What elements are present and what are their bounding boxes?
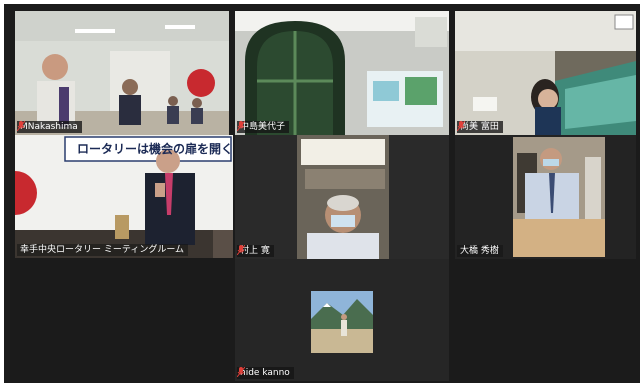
video-tile-3[interactable]: 尚美 富田 bbox=[455, 11, 636, 135]
participant-name-label: 尚美 富田 bbox=[457, 121, 503, 133]
participant-name: hide kanno bbox=[240, 368, 290, 378]
participant-name-label: 幸手中央ロータリー ミーティングルーム bbox=[17, 244, 189, 256]
mic-muted-icon bbox=[17, 121, 25, 131]
video-tile-7[interactable]: hide kanno bbox=[235, 259, 449, 381]
video-tile-6[interactable]: 大橋 秀樹 bbox=[455, 135, 636, 259]
video-feed bbox=[235, 135, 449, 259]
meeting-gallery-view: MNakashima 中島美代子 尚美 富田 ロータリーは機会の扉を開く 幸手中… bbox=[4, 4, 640, 383]
mic-muted-icon bbox=[457, 121, 465, 131]
participant-name-label: hide kanno bbox=[237, 367, 294, 379]
video-tile-5[interactable]: 村上 寛 bbox=[235, 135, 449, 259]
video-feed bbox=[455, 11, 636, 135]
video-feed bbox=[235, 11, 449, 135]
participant-name: 幸手中央ロータリー ミーティングルーム bbox=[20, 245, 185, 255]
mic-muted-icon bbox=[237, 121, 245, 131]
participant-name: 中島美代子 bbox=[240, 122, 286, 132]
video-tile-2[interactable]: 中島美代子 bbox=[235, 11, 449, 135]
participant-name: MNakashima bbox=[20, 122, 78, 132]
video-feed bbox=[235, 259, 449, 381]
video-feed bbox=[15, 11, 229, 135]
video-feed bbox=[455, 135, 636, 259]
video-tile-1[interactable]: MNakashima bbox=[15, 11, 229, 135]
participant-name: 大橋 秀樹 bbox=[460, 246, 499, 256]
participant-name-label: MNakashima bbox=[17, 121, 82, 133]
participant-name-label: 中島美代子 bbox=[237, 121, 290, 133]
video-tile-active-speaker[interactable]: ロータリーは機会の扉を開く 幸手中央ロータリー ミーティングルーム bbox=[15, 135, 233, 258]
banner-text: ロータリーは機会の扉を開く bbox=[77, 142, 233, 156]
participant-name-label: 大橋 秀樹 bbox=[457, 245, 503, 257]
mic-muted-icon bbox=[237, 245, 245, 255]
participant-name: 尚美 富田 bbox=[460, 122, 499, 132]
participant-name-label: 村上 寛 bbox=[237, 245, 274, 257]
mic-muted-icon bbox=[237, 367, 245, 377]
